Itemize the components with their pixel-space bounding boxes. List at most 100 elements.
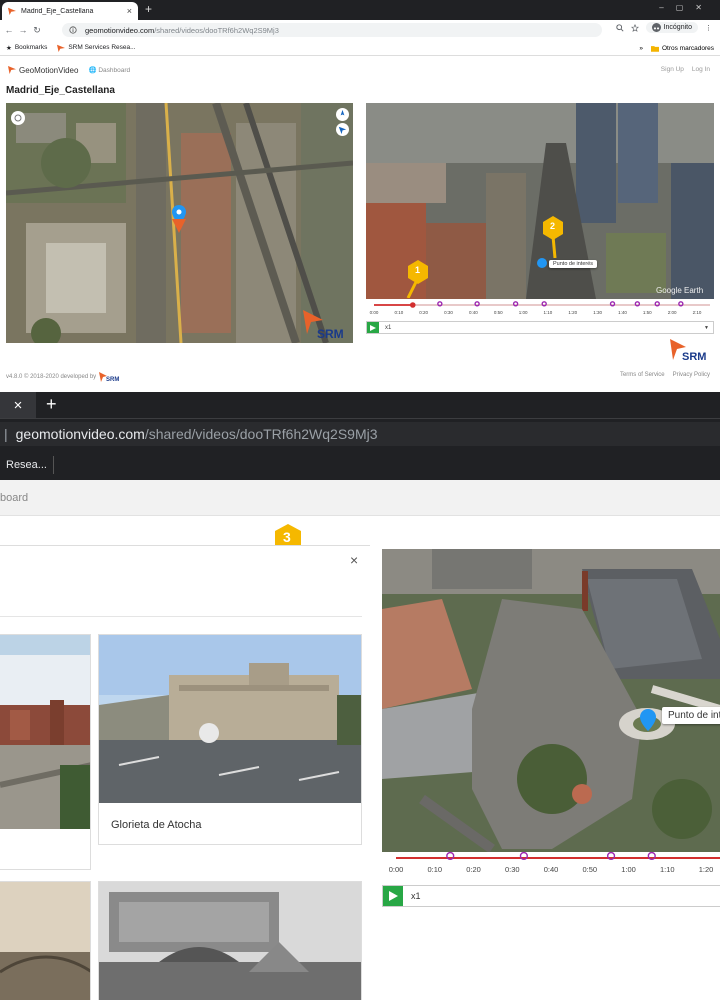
srm-footer-logo-icon[interactable]: SRM [99, 372, 121, 382]
card-title: Glorieta de Atocha [111, 819, 202, 831]
timeline-tick-label: 0:30 [505, 865, 520, 874]
srm-logo-icon: SRM [670, 339, 706, 362]
url-field[interactable]: geomotionvideo.com/shared/videos/dooTRf6… [62, 23, 602, 37]
gallery-card-glorieta[interactable]: Glorieta de Atocha [98, 634, 362, 845]
top-screenshot: Madrid_Eje_Castellana × + –▢✕ ← → ↻ geom… [0, 0, 720, 392]
bookmarks-right: » Otros marcadores [639, 40, 714, 56]
google-earth-attribution: Google Earth [656, 286, 704, 295]
menu-icon[interactable]: ⋮ [705, 24, 712, 32]
timeline-tick-label: 0:00 [370, 310, 379, 315]
compass-icon[interactable] [336, 108, 349, 121]
search-icon[interactable] [615, 23, 624, 32]
log-in-link[interactable]: Log In [692, 66, 710, 73]
timeline-tick-label: 0:20 [419, 310, 428, 315]
star-icon[interactable] [630, 23, 639, 32]
zoom-app-navbar: board [0, 480, 720, 516]
other-bookmarks-label: Otros marcadores [661, 44, 714, 52]
timeline-tick-label: 0:10 [427, 865, 442, 874]
card-4-photo [99, 882, 361, 1000]
forward-icon[interactable]: → [18, 25, 28, 35]
timeline-tick-label: 0:50 [494, 310, 503, 315]
tab-close-button[interactable]: × [127, 6, 132, 16]
card-3-photo [0, 882, 90, 1000]
gallery-card-3[interactable] [0, 881, 91, 1000]
timeline-waypoint-icon [512, 301, 519, 307]
reload-icon[interactable]: ↻ [32, 25, 42, 36]
browser-tab[interactable]: Madrid_Eje_Castellana × [2, 2, 138, 20]
new-tab-button[interactable]: + [145, 2, 152, 16]
bookmark-srm[interactable]: SRM Services Resea... [57, 44, 136, 52]
timeline-tick-label: 0:10 [394, 310, 403, 315]
zoom-tab-close-button[interactable]: × [0, 392, 36, 418]
footer-links: Terms of Service Privacy Policy [620, 372, 710, 378]
timeline-waypoint-icon [474, 301, 480, 307]
zoom-bookmarks-bar: Resea... [0, 450, 720, 480]
zoom-new-tab-button[interactable]: + [46, 394, 57, 415]
video-timeline[interactable]: 0:00 0:10 0:20 0:30 0:40 0:50 1:00 1:10 1:20 1:30… [366, 300, 714, 320]
svg-text:SRM: SRM [682, 351, 706, 362]
card-1-photo [0, 635, 90, 829]
modal-close-button[interactable]: × [350, 552, 358, 568]
other-bookmarks[interactable]: Otros marcadores [650, 44, 714, 52]
poi-label: Punto de interés [549, 260, 598, 268]
timeline-playhead [409, 302, 416, 308]
timeline-tick-label: 0:30 [444, 310, 453, 315]
zoom-google-earth-view[interactable]: Punto de inte [382, 549, 720, 852]
gallery-card-1[interactable] [0, 634, 91, 870]
zoom-url-path: /shared/videos/dooTRf6h2Wq2S9Mj3 [144, 426, 378, 442]
timeline-tick-label: 2:00 [668, 310, 677, 315]
timeline-tick-label: 2:10 [693, 310, 702, 315]
more-bookmarks-button[interactable]: » [639, 45, 643, 52]
incognito-badge[interactable]: Incógnito [645, 22, 698, 33]
terms-link[interactable]: Terms of Service [620, 372, 665, 378]
timeline-waypoint-icon [541, 301, 547, 307]
svg-text:SRM: SRM [317, 327, 344, 340]
dashboard-label: Dashboard [98, 67, 131, 74]
google-earth-view[interactable]: 1 2 Punto de interés Google Earth [366, 103, 714, 299]
folder-icon [650, 45, 659, 52]
url-host: geomotionvideo.com [85, 25, 155, 35]
back-icon[interactable]: ← [4, 25, 14, 35]
timeline-tick-label: 1:00 [621, 865, 636, 874]
marker-1[interactable]: 1 [406, 260, 430, 298]
locate-icon[interactable] [336, 123, 349, 136]
brand-link[interactable]: GeoMotionVideo [19, 66, 78, 75]
map-layers-icon[interactable] [11, 111, 25, 125]
glorieta-photo [99, 635, 361, 803]
gallery-card-4[interactable] [98, 881, 362, 1000]
speed-dropdown-icon[interactable]: ▼ [704, 325, 709, 331]
zoom-timeline-svg: 0:00 0:10 0:20 0:30 0:40 0:50 1:00 1:10 1:20 [389, 852, 720, 874]
marker-3-label: 3 [283, 529, 291, 545]
timeline-tick-label: 0:40 [544, 865, 559, 874]
marker-1-label: 1 [415, 265, 421, 275]
marker-2[interactable]: 2 [541, 216, 565, 258]
dashboard-link[interactable]: 🌐 Dashboard [88, 66, 130, 74]
play-button[interactable] [367, 322, 379, 333]
zoom-bookmark-item[interactable]: Resea... [0, 456, 54, 474]
app-navbar: GeoMotionVideo 🌐 Dashboard [0, 58, 720, 82]
srm-watermark-icon: SRM [303, 310, 344, 340]
timeline-tick-label: 1:50 [643, 310, 652, 315]
satellite-map[interactable]: SRM [6, 103, 353, 343]
geomotion-logo-icon [8, 66, 16, 74]
zoom-url-field[interactable]: | geomotionvideo.com/shared/videos/dooTR… [0, 422, 720, 446]
zoom-speed-select[interactable]: x1 [411, 891, 421, 901]
timeline-waypoint-icon [654, 301, 660, 307]
zoom-play-button[interactable] [383, 886, 403, 906]
window-controls[interactable]: –▢✕ [659, 3, 714, 12]
bookmarks-item[interactable]: ★ Bookmarks [6, 44, 47, 52]
play-icon [370, 324, 376, 331]
sign-up-link[interactable]: Sign Up [661, 66, 684, 73]
footer-copyright: v4.8.0 © 2018-2020 developed by [6, 374, 97, 380]
zoom-dashboard-link[interactable]: board [0, 492, 28, 504]
timeline-svg: 0:00 0:10 0:20 0:30 0:40 0:50 1:00 1:10 1:20 1:30… [370, 301, 710, 315]
timeline-tick-label: 1:20 [568, 310, 577, 315]
timeline-waypoint-icon [678, 301, 684, 307]
zoom-play-icon [388, 891, 398, 901]
zoom-video-timeline[interactable]: 0:00 0:10 0:20 0:30 0:40 0:50 1:00 1:10 1:20 [382, 852, 720, 878]
privacy-link[interactable]: Privacy Policy [673, 372, 710, 378]
address-bar-actions: Incógnito ⋮ [615, 22, 712, 33]
timeline-waypoint-icon [609, 301, 616, 307]
speed-select[interactable]: x1 [385, 325, 391, 331]
marker-2-label: 2 [550, 221, 556, 231]
